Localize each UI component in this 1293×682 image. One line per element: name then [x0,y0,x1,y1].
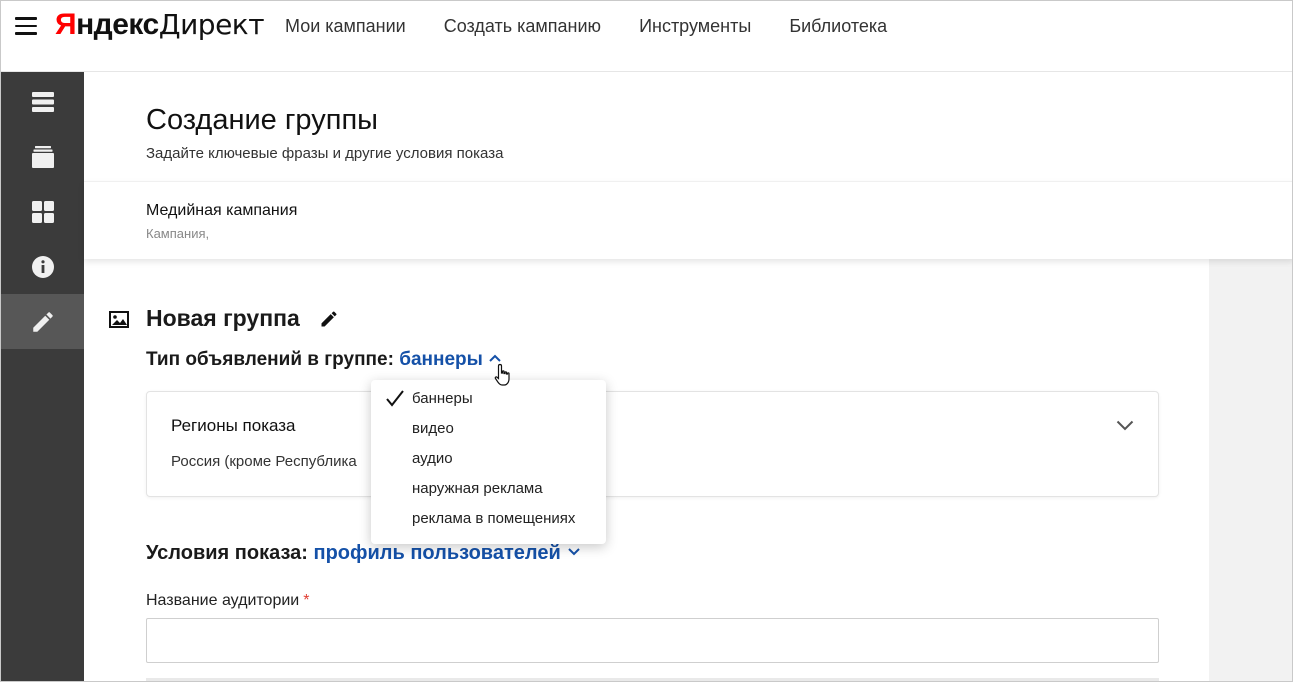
dropdown-item-audio[interactable]: аудио [371,444,606,474]
image-icon [109,311,129,328]
app-window: ЯндексДирект Мои кампании Создать кампан… [0,0,1293,682]
sidebar-item-campaigns[interactable] [1,74,84,129]
campaign-subtitle: Кампания, [146,226,210,241]
nav-tools[interactable]: Инструменты [639,16,751,37]
page-header: Создание группы Задайте ключевые фразы и… [84,72,1292,181]
conditions-label: Условия показа: [146,542,308,564]
nav-my-campaigns[interactable]: Мои кампании [285,16,406,37]
page-title: Создание группы [146,104,378,136]
group-title: Новая группа [146,305,300,331]
campaign-name: Медийная кампания [146,202,298,219]
nav-library[interactable]: Библиотека [789,16,887,37]
edit-group-name-icon[interactable] [319,309,339,329]
chevron-up-icon [489,354,501,362]
sidebar-item-dashboard[interactable] [1,184,84,239]
campaign-block: Медийная кампания Кампания, [84,181,1292,259]
info-icon [31,255,54,278]
menu-icon[interactable] [15,17,37,35]
ad-type-row: Тип объявлений в группе: баннеры [146,349,501,371]
dropdown-item-outdoor[interactable]: наружная реклама [371,474,606,504]
grid-icon [31,200,54,223]
top-header: ЯндексДирект Мои кампании Создать кампан… [1,1,1292,72]
ad-type-label: Тип объявлений в группе: [146,349,394,370]
top-nav: Мои кампании Создать кампанию Инструмент… [285,16,887,37]
chevron-down-icon [568,548,580,556]
required-mark: * [303,592,310,609]
conditions-row: Условия показа: профиль пользователей [146,542,580,565]
sidebar-item-info[interactable] [1,239,84,294]
chevron-down-icon[interactable] [1116,420,1134,431]
right-gutter [1209,259,1292,681]
next-field-edge [146,678,1159,681]
conditions-value: профиль пользователей [313,542,561,564]
list-icon [31,91,54,112]
dropdown-item-indoor[interactable]: реклама в помещениях [371,504,606,534]
audience-name-input[interactable] [146,618,1159,663]
layers-icon [31,145,54,168]
sidebar-item-library[interactable] [1,129,84,184]
regions-title: Регионы показа [171,416,296,435]
ad-type-dropdown: баннеры видео аудио наружная реклама рек… [371,380,606,544]
sidebar [1,72,84,681]
regions-value: Россия (кроме Республика [171,453,357,470]
nav-create-campaign[interactable]: Создать кампанию [444,16,601,37]
regions-card[interactable]: Регионы показа Россия (кроме Республика [146,391,1159,497]
audience-name-label: Название аудитории * [146,592,310,609]
pencil-icon [32,311,53,332]
dropdown-item-banners[interactable]: баннеры [371,384,606,414]
sidebar-item-edit[interactable] [1,294,84,349]
page-subtitle: Задайте ключевые фразы и другие условия … [146,145,504,162]
ad-type-value: баннеры [399,349,483,370]
dropdown-item-video[interactable]: видео [371,414,606,444]
checkmark-icon [386,390,404,407]
conditions-selector[interactable]: профиль пользователей [313,542,580,564]
yandex-direct-logo[interactable]: ЯндексДирект [55,8,265,42]
ad-type-selector[interactable]: баннеры [399,349,501,370]
